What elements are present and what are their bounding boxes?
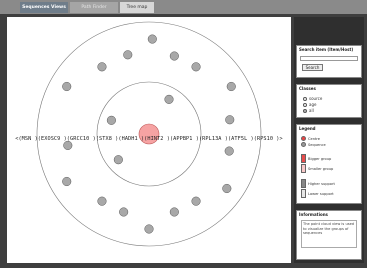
centre-swatch-icon bbox=[301, 136, 306, 141]
sequence-node[interactable] bbox=[169, 207, 179, 217]
radio-age[interactable] bbox=[303, 102, 307, 107]
sequence-node[interactable] bbox=[222, 183, 232, 194]
tab-sequences-views[interactable]: Sequences Views bbox=[20, 2, 68, 13]
information-panel: Informations The point cloud view is use… bbox=[296, 210, 362, 260]
sequence-node[interactable] bbox=[97, 196, 107, 206]
sequence-node[interactable] bbox=[63, 140, 73, 150]
sequence-node[interactable] bbox=[144, 224, 154, 234]
sequence-node[interactable] bbox=[169, 51, 179, 61]
sequence-node[interactable] bbox=[224, 146, 234, 156]
sequence-node[interactable] bbox=[62, 81, 72, 92]
legend-label: Lower support bbox=[308, 191, 334, 196]
legend-label: Bigger group bbox=[308, 156, 332, 161]
legend-item-sequence: Sequence bbox=[301, 142, 326, 147]
sequence-node[interactable] bbox=[191, 62, 201, 72]
legend-item-smaller-group: Smaller group bbox=[301, 164, 333, 173]
legend-label: Higher support bbox=[308, 181, 335, 186]
search-button[interactable]: Search bbox=[302, 64, 323, 71]
sequence-node[interactable] bbox=[97, 62, 107, 72]
legend-label: Sequence bbox=[308, 142, 326, 147]
tab-bar: Sequences Views Path Finder Tree map bbox=[0, 0, 367, 14]
information-text: The point cloud view is used to visualiz… bbox=[301, 220, 357, 248]
sequence-node[interactable] bbox=[119, 207, 129, 217]
legend-item-bigger-group: Bigger group bbox=[301, 154, 331, 163]
legend-panel: Legend Centre Sequence Bigger group Smal… bbox=[296, 124, 362, 204]
sequence-node[interactable] bbox=[225, 115, 235, 125]
legend-panel-title: Legend bbox=[299, 126, 316, 131]
class-option-age[interactable]: age bbox=[303, 102, 316, 107]
search-panel-title: Search item (Item/Host) bbox=[299, 47, 354, 52]
class-option-all[interactable]: all bbox=[303, 108, 314, 113]
lower-support-swatch-icon bbox=[301, 189, 306, 198]
radio-source[interactable] bbox=[303, 96, 307, 101]
sequence-node[interactable] bbox=[62, 176, 72, 187]
radio-all[interactable] bbox=[303, 108, 307, 113]
legend-item-higher-support: Higher support bbox=[301, 179, 335, 188]
classes-panel-title: Classes bbox=[299, 86, 316, 91]
tab-path-finder[interactable]: Path Finder bbox=[70, 2, 118, 13]
sequence-node[interactable] bbox=[147, 34, 157, 44]
smaller-group-swatch-icon bbox=[301, 164, 306, 173]
classes-panel: Classes source age all bbox=[296, 84, 362, 118]
legend-item-lower-support: Lower support bbox=[301, 189, 334, 198]
sequence-node[interactable] bbox=[123, 50, 133, 60]
tab-tree-map[interactable]: Tree map bbox=[120, 2, 154, 13]
search-panel: Search item (Item/Host) Search bbox=[296, 45, 362, 78]
sequence-node[interactable] bbox=[226, 81, 236, 92]
sequence-node[interactable] bbox=[191, 196, 201, 206]
sequence-node[interactable] bbox=[106, 115, 116, 125]
sequence-label: <(MSN )(EXOSC9 )(GRCC10 )(STX8 )(HADH1 )… bbox=[15, 136, 283, 142]
class-option-label: source bbox=[309, 96, 323, 101]
sequence-swatch-icon bbox=[301, 142, 306, 147]
sequence-node[interactable] bbox=[113, 155, 123, 165]
sequence-node[interactable] bbox=[164, 94, 174, 104]
legend-label: Smaller group bbox=[308, 166, 334, 171]
search-input[interactable] bbox=[300, 56, 358, 61]
class-option-source[interactable]: source bbox=[303, 96, 322, 101]
higher-support-swatch-icon bbox=[301, 179, 306, 188]
legend-item-centre: Centre bbox=[301, 136, 320, 141]
class-option-label: all bbox=[309, 108, 314, 113]
sequence-visualization-canvas[interactable]: <(MSN )(EXOSC9 )(GRCC10 )(STX8 )(HADH1 )… bbox=[7, 17, 291, 263]
application-window: Sequences Views Path Finder Tree map <(M… bbox=[0, 0, 367, 268]
information-panel-title: Informations bbox=[299, 212, 328, 217]
legend-label: Centre bbox=[308, 136, 321, 141]
bigger-group-swatch-icon bbox=[301, 154, 306, 163]
class-option-label: age bbox=[309, 102, 317, 107]
